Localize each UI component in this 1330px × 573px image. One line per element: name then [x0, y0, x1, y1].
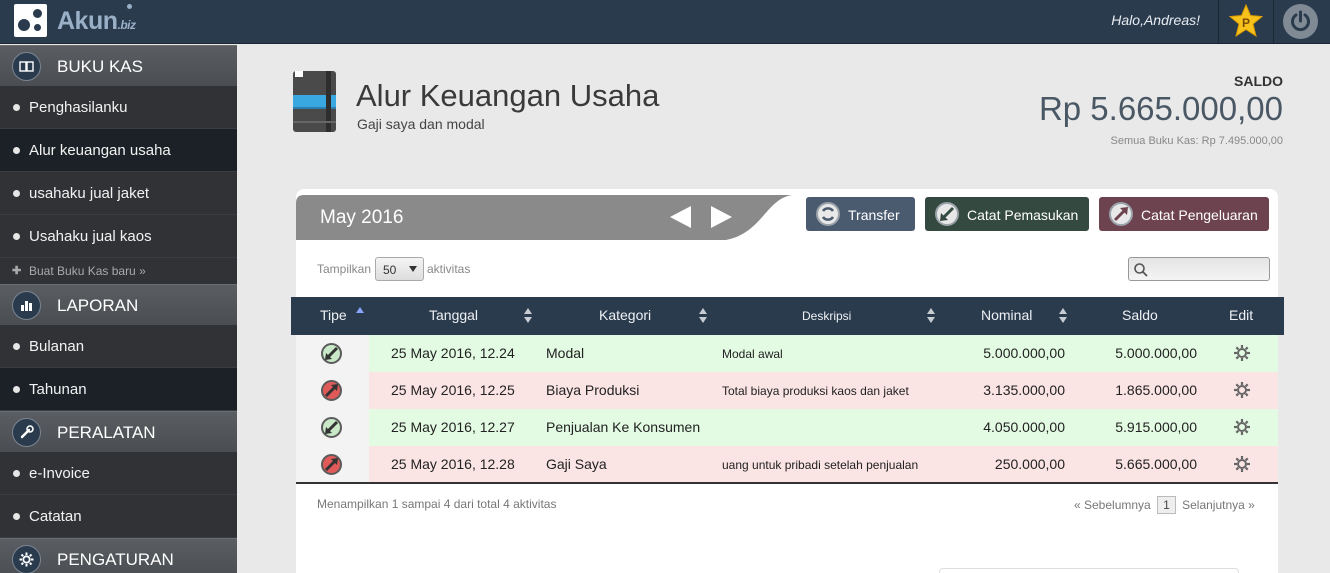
bar-chart-icon: [12, 291, 41, 320]
expense-arrow-icon: [1109, 202, 1133, 226]
edit-gear-icon[interactable]: [1233, 455, 1251, 473]
section-title: BUKU KAS: [57, 57, 143, 76]
lower-panel-edge: [939, 568, 1239, 573]
user-greeting: Halo,Andreas!: [1111, 12, 1200, 28]
premium-star-icon[interactable]: P: [1228, 3, 1264, 38]
previous-month-arrow-icon[interactable]: [670, 206, 691, 228]
book-icon: [12, 52, 41, 81]
page-title: Alur Keuangan Usaha: [356, 78, 660, 113]
sidebar-item-usahaku-jual-jaket[interactable]: usahaku jual jaket: [0, 172, 237, 215]
ledger-book-icon: [293, 71, 336, 132]
column-header-edit: Edit: [1229, 307, 1254, 323]
table-info: Menampilkan 1 sampai 4 dari total 4 akti…: [317, 497, 557, 511]
edit-gear-icon[interactable]: [1233, 344, 1251, 362]
chevron-down-icon: [409, 266, 417, 272]
app-logo-icon[interactable]: [14, 4, 47, 37]
previous-page-link[interactable]: « Sebelumnya: [1074, 498, 1151, 512]
column-header-tanggal[interactable]: Tanggal: [429, 307, 478, 323]
sidebar-section-peralatan[interactable]: PERALATAN: [0, 411, 237, 452]
edit-gear-icon[interactable]: [1233, 418, 1251, 436]
table-header: Tipe Tanggal Kategori Deskripsi Nominal …: [291, 297, 1284, 335]
section-title: LAPORAN: [57, 296, 139, 315]
saldo-label: SALDO: [1234, 73, 1283, 89]
column-header-deskripsi[interactable]: Deskripsi: [802, 309, 851, 323]
next-month-arrow-icon[interactable]: [711, 206, 732, 228]
svg-text:P: P: [1242, 16, 1250, 30]
column-header-nominal[interactable]: Nominal: [981, 307, 1032, 323]
transfer-icon: [816, 202, 840, 226]
income-type-icon: [321, 343, 342, 364]
page-number-current[interactable]: 1: [1157, 496, 1176, 514]
transfer-button[interactable]: Transfer: [806, 197, 915, 231]
table-bottom-border: [296, 482, 1278, 484]
edit-gear-icon[interactable]: [1233, 381, 1251, 399]
brand-name[interactable]: Akun.biz: [57, 4, 136, 36]
record-expense-button[interactable]: Catat Pengeluaran: [1099, 197, 1269, 231]
gear-icon: [12, 545, 41, 573]
expense-type-icon: [321, 380, 342, 401]
page-subtitle: Gaji saya dan modal: [357, 116, 485, 132]
next-page-link[interactable]: Selanjutnya »: [1182, 498, 1255, 512]
page-size-select[interactable]: 50: [375, 257, 424, 281]
new-cashbook-link[interactable]: ✚ Buat Buku Kas baru »: [0, 258, 237, 284]
sidebar-section-buku-kas[interactable]: BUKU KAS: [0, 45, 237, 86]
saldo-value: Rp 5.665.000,00: [1038, 90, 1283, 127]
table-row[interactable]: 25 May 2016, 12.27 Penjualan Ke Konsumen…: [296, 409, 1278, 446]
table-row[interactable]: 25 May 2016, 12.25 Biaya Produksi Total …: [296, 372, 1278, 409]
search-icon: [1134, 263, 1148, 277]
record-income-button[interactable]: Catat Pemasukan: [925, 197, 1089, 231]
column-header-saldo[interactable]: Saldo: [1122, 307, 1158, 323]
logout-power-icon[interactable]: [1283, 4, 1318, 39]
column-header-tipe[interactable]: Tipe: [320, 307, 347, 323]
sort-icon[interactable]: [927, 308, 935, 324]
sidebar-item-catatan[interactable]: Catatan: [0, 495, 237, 538]
show-label: Tampilkan: [317, 262, 372, 276]
sidebar-item-penghasilanku[interactable]: Penghasilanku: [0, 86, 237, 129]
sidebar-section-pengaturan[interactable]: PENGATURAN: [0, 538, 237, 573]
sidebar-item-bulanan[interactable]: Bulanan: [0, 325, 237, 368]
table-row[interactable]: 25 May 2016, 12.28 Gaji Saya uang untuk …: [296, 446, 1278, 483]
sort-icon[interactable]: [1059, 308, 1067, 324]
income-arrow-icon: [935, 202, 959, 226]
search-input[interactable]: [1128, 257, 1270, 281]
section-title: PERALATAN: [57, 423, 156, 442]
sidebar-item-tahunan[interactable]: Tahunan: [0, 368, 237, 411]
column-header-kategori[interactable]: Kategori: [599, 307, 651, 323]
expense-type-icon: [321, 454, 342, 475]
wrench-icon: [12, 418, 41, 447]
section-title: PENGATURAN: [57, 550, 174, 569]
sort-ascending-icon[interactable]: [356, 307, 364, 313]
sidebar: BUKU KAS Penghasilanku Alur keuangan usa…: [0, 45, 237, 573]
top-bar: Akun.biz Halo,Andreas! P: [0, 0, 1330, 44]
sort-icon[interactable]: [524, 308, 532, 324]
sidebar-section-laporan[interactable]: LAPORAN: [0, 284, 237, 325]
sidebar-item-alur-keuangan-usaha[interactable]: Alur keuangan usaha: [0, 129, 237, 172]
income-type-icon: [321, 417, 342, 438]
show-suffix: aktivitas: [427, 262, 471, 276]
all-cashbooks-total: Semua Buku Kas: Rp 7.495.000,00: [1110, 135, 1283, 147]
sort-icon[interactable]: [699, 308, 707, 324]
current-month: May 2016: [320, 207, 404, 228]
pagination: « Sebelumnya 1 Selanjutnya »: [1074, 496, 1255, 514]
sidebar-item-usahaku-jual-kaos[interactable]: Usahaku jual kaos: [0, 215, 237, 258]
table-row[interactable]: 25 May 2016, 12.24 Modal Modal awal 5.00…: [296, 335, 1278, 372]
sidebar-item-e-invoice[interactable]: e-Invoice: [0, 452, 237, 495]
